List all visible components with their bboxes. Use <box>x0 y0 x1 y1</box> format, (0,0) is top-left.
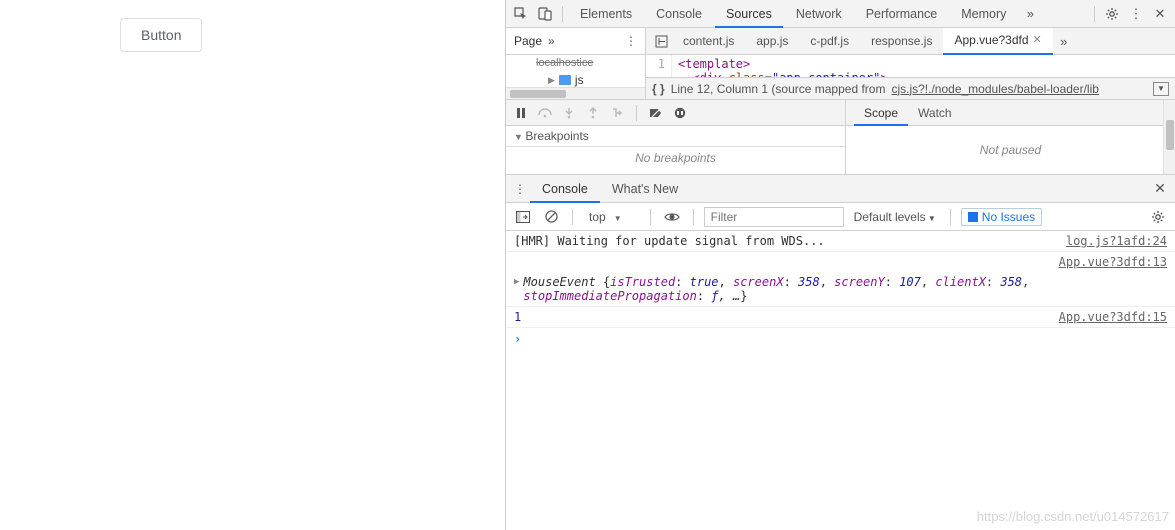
expand-triangle-icon[interactable]: ▶ <box>514 275 519 287</box>
debugger-right-tabs: Scope Watch <box>846 100 1175 126</box>
debugger-right: Scope Watch Not paused <box>846 100 1175 174</box>
console-sidebar-icon[interactable] <box>512 206 534 228</box>
issues-label: No Issues <box>982 210 1035 224</box>
log-row-one[interactable]: 1 App.vue?3dfd:15 <box>506 307 1175 328</box>
issues-square-icon <box>968 212 978 222</box>
devtools-panel: Elements Console Sources Network Perform… <box>505 0 1175 530</box>
drawer-close-icon[interactable]: ✕ <box>1149 180 1171 197</box>
navigator-header: Page » ⋮ <box>506 28 645 55</box>
navigator-kebab-icon[interactable]: ⋮ <box>625 34 637 48</box>
debugger-row: Breakpoints No breakpoints Scope Watch N… <box>506 100 1175 175</box>
src-tab-content[interactable]: content.js <box>672 28 745 55</box>
log-one-msg: 1 <box>514 310 1049 324</box>
navigator-panel: Page » ⋮ localhostice ▶ js <box>506 28 646 99</box>
rendered-page: Button <box>0 0 505 530</box>
file-nav-icon[interactable] <box>650 30 672 52</box>
step-icon[interactable] <box>608 104 626 122</box>
step-into-icon[interactable] <box>560 104 578 122</box>
source-statusbar: { } Line 12, Column 1 (source mapped fro… <box>646 77 1175 99</box>
source-view: content.js app.js c-pdf.js response.js A… <box>646 28 1175 99</box>
debugger-vscrollbar[interactable] <box>1163 100 1175 174</box>
source-tabbar: content.js app.js c-pdf.js response.js A… <box>646 28 1175 55</box>
devtools-topbar: Elements Console Sources Network Perform… <box>506 0 1175 28</box>
kebab-icon[interactable]: ⋮ <box>1125 3 1147 25</box>
navigator-folder-label: js <box>575 73 584 87</box>
folder-icon <box>559 75 571 85</box>
src-tab-apps[interactable]: app.js <box>745 28 799 55</box>
scope-not-paused: Not paused <box>846 126 1175 174</box>
log-obj-src[interactable]: App.vue?3dfd:13 <box>1049 255 1167 269</box>
triangle-right-icon: ▶ <box>548 75 555 86</box>
console-prompt[interactable]: › <box>506 328 1175 350</box>
drawer-tab-whatsnew[interactable]: What's New <box>600 175 690 203</box>
tabs-overflow-icon[interactable]: » <box>1019 3 1041 25</box>
src-tab-appvue[interactable]: App.vue?3dfd ✕ <box>943 28 1052 55</box>
src-tabs-overflow-icon[interactable]: » <box>1053 30 1075 52</box>
navigator-hscrollbar[interactable] <box>506 87 645 99</box>
breakpoints-empty: No breakpoints <box>506 147 845 174</box>
braces-icon[interactable]: { } <box>652 82 665 96</box>
scope-tab[interactable]: Scope <box>854 100 908 126</box>
code-lines: <template> <div class="app_container"> <box>672 55 894 77</box>
watch-tab[interactable]: Watch <box>908 100 962 126</box>
debugger-toolbar <box>506 100 845 126</box>
status-text: Line 12, Column 1 (source mapped from <box>671 82 886 96</box>
deactivate-bp-icon[interactable] <box>647 104 665 122</box>
navigator-tree[interactable]: localhostice ▶ js <box>506 55 645 99</box>
log-mouseevent: MouseEvent {isTrusted: true, screenX: 35… <box>523 275 1167 303</box>
console-levels-select[interactable]: Default levels <box>850 210 940 224</box>
log-hmr-src[interactable]: log.js?1afd:24 <box>1056 234 1167 248</box>
live-expression-icon[interactable] <box>661 206 683 228</box>
clear-console-icon[interactable] <box>540 206 562 228</box>
src-tab-cpdf[interactable]: c-pdf.js <box>799 28 860 55</box>
console-context-select[interactable]: top <box>583 208 640 226</box>
device-toggle-icon[interactable] <box>534 3 556 25</box>
console-body[interactable]: [HMR] Waiting for update signal from WDS… <box>506 231 1175 530</box>
src-tab-response[interactable]: response.js <box>860 28 943 55</box>
tab-elements[interactable]: Elements <box>569 0 643 28</box>
line-gutter: 1 <box>646 55 672 77</box>
src-tab-appvue-label: App.vue?3dfd <box>954 27 1028 54</box>
navigator-panel-label[interactable]: Page <box>514 34 542 48</box>
log-row-hmr[interactable]: [HMR] Waiting for update signal from WDS… <box>506 231 1175 252</box>
navigator-overflow-icon[interactable]: » <box>548 34 555 48</box>
navigator-host-item[interactable]: localhostice <box>506 55 645 71</box>
tab-network[interactable]: Network <box>785 0 853 28</box>
demo-button[interactable]: Button <box>120 18 202 52</box>
drawer-tabs: ⋮ Console What's New ✕ <box>506 175 1175 203</box>
console-gear-icon[interactable] <box>1147 206 1169 228</box>
status-mapped-link[interactable]: cjs.js?!./node_modules/babel-loader/lib <box>891 82 1098 96</box>
log-row-mouseevent[interactable]: ▶ MouseEvent {isTrusted: true, screenX: … <box>506 272 1175 307</box>
debugger-left: Breakpoints No breakpoints <box>506 100 846 174</box>
close-tab-icon[interactable]: ✕ <box>1033 27 1042 54</box>
step-over-icon[interactable] <box>536 104 554 122</box>
issues-badge[interactable]: No Issues <box>961 208 1042 226</box>
drawer: ⋮ Console What's New ✕ top <box>506 175 1175 530</box>
step-out-icon[interactable] <box>584 104 602 122</box>
log-row-obj-src[interactable]: App.vue?3dfd:13 <box>506 252 1175 272</box>
status-dropdown-icon[interactable]: ▼ <box>1153 82 1169 96</box>
inspect-icon[interactable] <box>510 3 532 25</box>
pause-icon[interactable] <box>512 104 530 122</box>
tab-sources[interactable]: Sources <box>715 0 783 28</box>
log-one-src[interactable]: App.vue?3dfd:15 <box>1049 310 1167 324</box>
gear-icon[interactable] <box>1101 3 1123 25</box>
pause-exceptions-icon[interactable] <box>671 104 689 122</box>
tab-console[interactable]: Console <box>645 0 713 28</box>
sources-row: Page » ⋮ localhostice ▶ js <box>506 28 1175 100</box>
drawer-kebab-icon[interactable]: ⋮ <box>510 182 530 196</box>
console-toolbar: top Default levels No Issues <box>506 203 1175 231</box>
close-devtools-icon[interactable]: ✕ <box>1149 3 1171 25</box>
console-filter-input[interactable] <box>704 207 844 227</box>
drawer-tab-console[interactable]: Console <box>530 175 600 203</box>
tab-performance[interactable]: Performance <box>855 0 949 28</box>
tab-memory[interactable]: Memory <box>950 0 1017 28</box>
log-hmr-msg: [HMR] Waiting for update signal from WDS… <box>514 234 1056 248</box>
code-editor[interactable]: 1 <template> <div class="app_container"> <box>646 55 1175 77</box>
breakpoints-header[interactable]: Breakpoints <box>506 126 845 147</box>
